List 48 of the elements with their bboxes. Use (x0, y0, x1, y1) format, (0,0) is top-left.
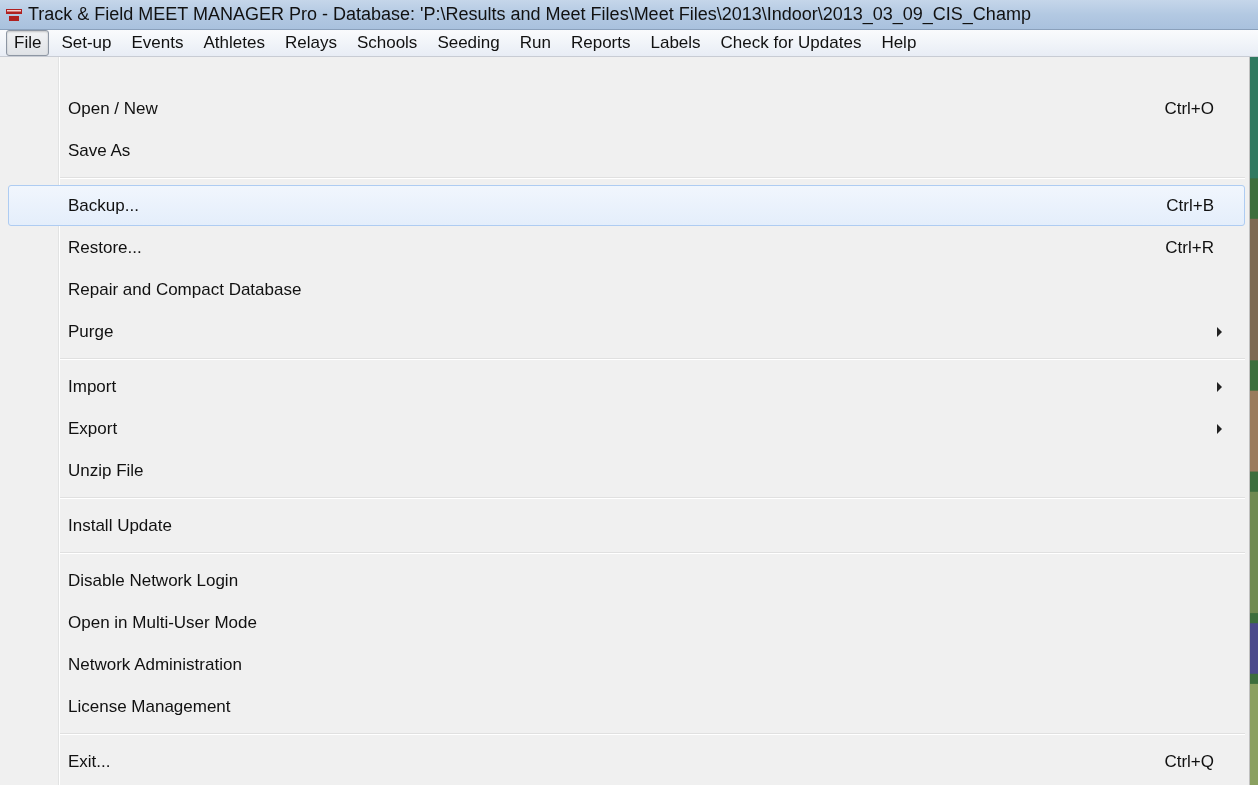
menu-item-label: Restore... (68, 237, 142, 258)
menu-item-label: Save As (68, 140, 131, 161)
menu-item-label: Purge (68, 321, 114, 342)
shortcut-label: Ctrl+O (1164, 98, 1214, 119)
menu-item[interactable]: Repair and Compact Database (8, 269, 1245, 310)
menu-bar-item[interactable]: Reports (562, 30, 639, 56)
menu-item-label: Install Update (68, 515, 172, 536)
menu-bar-item[interactable]: Help (873, 30, 925, 56)
menu-item[interactable]: Unzip File (8, 450, 1245, 491)
menu-item-label: Exit... (68, 751, 111, 772)
menu-bar-item[interactable]: Labels (642, 30, 709, 56)
menu-item-label: Export (68, 418, 118, 439)
menu-bar-item[interactable]: Schools (348, 30, 426, 56)
menu-bar-item[interactable]: File (6, 30, 50, 56)
app-logo-icon (6, 7, 22, 22)
menu-bar-item[interactable]: Events (123, 30, 192, 56)
shortcut-label: Ctrl+R (1165, 237, 1214, 258)
menu-item-label: Repair and Compact Database (68, 279, 302, 300)
menu-item-label: Backup... (68, 195, 139, 216)
menu-item-label: Import (68, 376, 117, 397)
menu-item[interactable]: Network Administration (8, 644, 1245, 685)
menu-item-label: Disable Network Login (68, 570, 239, 591)
window-title: Track & Field MEET MANAGER Pro - Database: 'P:\Results and Meet Files\Meet Files\2013\Indoor\2013_03_09_CIS_Champ (28, 4, 1031, 25)
menu-item-label: Open / New (68, 98, 158, 119)
menu-item-label: Unzip File (68, 460, 144, 481)
shortcut-label: Ctrl+Q (1164, 751, 1214, 772)
menu-item[interactable]: License Management (8, 686, 1245, 727)
menu-bar-item[interactable]: Run (511, 30, 559, 56)
menu-item[interactable]: Open in Multi-User Mode (8, 602, 1245, 643)
menu-item[interactable]: Restore... Ctrl+R (8, 227, 1245, 268)
menu-item[interactable]: Open / New Ctrl+O (8, 88, 1245, 129)
menu-item[interactable]: Disable Network Login (8, 560, 1245, 601)
menu-item[interactable]: Install Update (8, 505, 1245, 546)
menu-item[interactable]: Save As (8, 130, 1245, 171)
menu-bar-item[interactable]: Seeding (429, 30, 508, 56)
menu-item[interactable]: Exit... Ctrl+Q (8, 741, 1245, 782)
menu-item[interactable]: Backup... Ctrl+B (8, 185, 1245, 226)
menu-bar-item[interactable]: Relays (276, 30, 345, 56)
menu-item[interactable]: Import (8, 366, 1245, 407)
menu-item-label: Open in Multi-User Mode (68, 612, 257, 633)
menu-bar-item[interactable]: Check for Updates (712, 30, 870, 56)
menu-item[interactable]: Purge (8, 311, 1245, 352)
menu-item-label: Network Administration (68, 654, 242, 675)
menu-item-label: License Management (68, 696, 231, 717)
shortcut-label: Ctrl+B (1166, 195, 1214, 216)
menu-bar-item[interactable]: Athletes (195, 30, 273, 56)
menu-item[interactable]: Export (8, 408, 1245, 449)
menu-bar-item[interactable]: Set-up (53, 30, 120, 56)
